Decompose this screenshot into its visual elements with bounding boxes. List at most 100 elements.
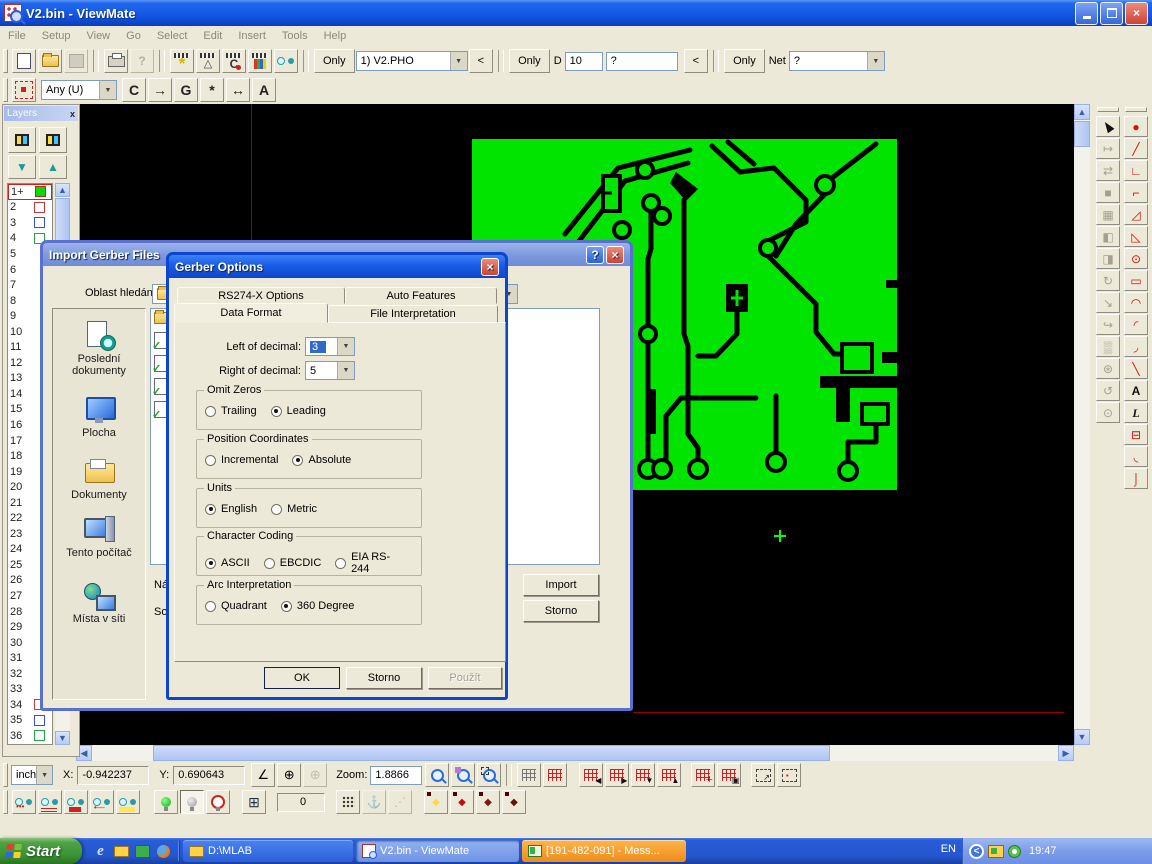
dialog-close-button[interactable]: × — [481, 258, 499, 276]
radio-absolute[interactable]: Absolute — [292, 454, 351, 466]
radio-quadrant[interactable]: Quadrant — [205, 600, 267, 612]
vertical-scroll-thumb[interactable] — [1074, 121, 1090, 147]
layer-color-swatch[interactable] — [34, 730, 45, 741]
radio-incremental[interactable]: Incremental — [205, 454, 278, 466]
chevron-down-icon[interactable]: ▼ — [337, 338, 354, 355]
place-plocha[interactable]: Plocha — [53, 395, 145, 439]
select-cursor-tool-button[interactable] — [1096, 116, 1120, 137]
aperture-flash-button[interactable]: → — [148, 78, 172, 102]
zoom-grid-button[interactable] — [451, 763, 475, 787]
radio-icon[interactable] — [205, 504, 216, 515]
draw-trace-tool-button[interactable]: ╱ — [1124, 138, 1148, 159]
firefox-icon[interactable] — [155, 843, 172, 860]
show-desktop-icon[interactable] — [113, 843, 130, 860]
draw-label-tool-button[interactable]: L — [1124, 402, 1148, 423]
dialog-help-button[interactable]: ? — [586, 246, 604, 264]
chevron-down-icon[interactable]: ▼ — [337, 362, 354, 379]
view-film-button[interactable] — [274, 49, 298, 73]
internet-explorer-icon[interactable]: e — [92, 843, 109, 860]
import-cancel-button[interactable]: Storno — [523, 600, 599, 622]
radio-icon[interactable] — [205, 558, 216, 569]
radio-icon[interactable] — [205, 455, 216, 466]
new-file-button[interactable] — [12, 49, 36, 73]
radio-360-degree[interactable]: 360 Degree — [281, 600, 355, 612]
left-of-decimal-combo[interactable]: 3 ▼ — [305, 337, 355, 356]
draw-sketch-tool-button[interactable]: ╲ — [1124, 358, 1148, 379]
place-posledn-dokumenty[interactable]: Poslední dokumenty — [53, 321, 145, 377]
radio-icon[interactable] — [281, 601, 292, 612]
pan-right-button[interactable]: ▶ — [605, 763, 629, 787]
draw-text-tool-button[interactable]: A — [1124, 380, 1148, 401]
layer-row-2[interactable]: 2 — [8, 200, 52, 216]
layer-row-1[interactable]: 1+ — [8, 184, 52, 200]
pad-rotate-mode-button[interactable]: ◆ — [476, 790, 500, 814]
layer-colors-button[interactable] — [248, 49, 272, 73]
draw-circle-tool-button[interactable]: ⊙ — [1124, 248, 1148, 269]
horizontal-scrollbar[interactable]: ◀ ▶ — [76, 745, 1074, 761]
view-pads-button[interactable]: ••• — [12, 790, 36, 814]
place-dokumenty[interactable]: Dokumenty — [53, 457, 145, 501]
taskbar-task-2[interactable]: V2.bin - ViewMate — [356, 840, 519, 862]
chevron-down-icon[interactable]: ▼ — [867, 52, 884, 70]
layer-selector-combo[interactable]: 1) V2.PHO ▼ — [356, 51, 468, 71]
draw-pad-tool-button[interactable]: ● — [1124, 116, 1148, 137]
scroll-right-icon[interactable]: ▶ — [1058, 745, 1074, 761]
radio-trailing[interactable]: Trailing — [205, 405, 257, 417]
right-of-decimal-combo[interactable]: 5 ▼ — [305, 361, 355, 380]
tray-icq-icon[interactable] — [1008, 845, 1021, 858]
layer-color-swatch[interactable] — [35, 186, 46, 197]
highlight-on-button[interactable] — [154, 790, 178, 814]
draw-bend-tool-button[interactable]: ⌡ — [1124, 468, 1148, 489]
draw-hook-tool-button[interactable]: ◟ — [1124, 446, 1148, 467]
only-net-button[interactable]: Only — [724, 49, 765, 73]
draw-rectangle-tool-button[interactable]: ▭ — [1124, 270, 1148, 291]
aperture-c-button[interactable]: C — [122, 78, 146, 102]
radio-icon[interactable] — [205, 601, 216, 612]
layer-move-down-button[interactable]: ▼ — [8, 155, 36, 179]
view-highlight-button[interactable] — [116, 790, 140, 814]
radio-icon[interactable] — [264, 558, 275, 569]
draw-triangle-tool-button[interactable]: ◺ — [1124, 226, 1148, 247]
menu-file[interactable]: File — [0, 28, 34, 44]
scroll-down-icon[interactable]: ▼ — [55, 731, 70, 745]
horizontal-scroll-thumb[interactable] — [153, 745, 830, 761]
net-query-combo[interactable]: ? ▼ — [789, 51, 885, 71]
toolbar-grip[interactable] — [3, 49, 8, 73]
aperture-g-button[interactable]: G — [174, 78, 198, 102]
import-button[interactable]: Import — [523, 574, 599, 596]
aperture-star-button[interactable]: * — [200, 78, 224, 102]
highlight-off-button[interactable] — [180, 790, 204, 814]
draw-arc-tool-button[interactable]: ◠ — [1124, 292, 1148, 313]
dcode-input[interactable]: 10 — [565, 52, 603, 71]
aperture-selector-combo[interactable]: Any (U) ▼ — [41, 80, 117, 100]
angle-measure-button[interactable]: ∠ — [251, 763, 275, 787]
layer-row-3[interactable]: 3 — [8, 215, 52, 231]
radio-icon[interactable] — [292, 455, 303, 466]
chevron-down-icon[interactable]: ▼ — [36, 766, 52, 784]
taskbar-task-3[interactable]: [191-482-091] - Mess... — [522, 840, 686, 862]
view-polygons-button[interactable] — [64, 790, 88, 814]
aperture-text-button[interactable]: A — [252, 78, 276, 102]
grid-edit-button[interactable]: ▣ — [717, 763, 741, 787]
resize-selection-button[interactable]: ↗ — [751, 763, 775, 787]
menu-edit[interactable]: Edit — [195, 28, 230, 44]
tab-rs274x-options[interactable]: RS274-X Options — [177, 287, 345, 304]
draw-dimension-tool-button[interactable]: ⊟ — [1124, 424, 1148, 445]
draw-elbow-trace-tool-button[interactable]: ⌐ — [1124, 182, 1148, 203]
tile-windows-button[interactable]: ⊞ — [242, 790, 266, 814]
unit-selector-combo[interactable]: inch ▼ — [11, 765, 53, 785]
set-origin-button[interactable]: ⊕ — [277, 763, 301, 787]
tray-collapse-icon[interactable]: < — [969, 844, 984, 859]
chevron-down-icon[interactable]: ▼ — [450, 52, 467, 70]
close-icon[interactable]: x — [70, 109, 75, 119]
pan-up-button[interactable]: ▲ — [657, 763, 681, 787]
draw-arc-segment-tool-button[interactable]: ◞ — [1124, 336, 1148, 357]
open-file-button[interactable] — [38, 49, 62, 73]
measure-button[interactable]: △ — [196, 49, 220, 73]
dialog-close-button[interactable]: × — [606, 246, 624, 264]
tray-messenger-icon[interactable] — [988, 845, 1004, 858]
taskbar-task-1[interactable]: D:\MLAB — [183, 840, 353, 862]
draw-pad-mode-button[interactable]: ◆ — [450, 790, 474, 814]
menu-go[interactable]: Go — [118, 28, 149, 44]
menu-insert[interactable]: Insert — [230, 28, 274, 44]
